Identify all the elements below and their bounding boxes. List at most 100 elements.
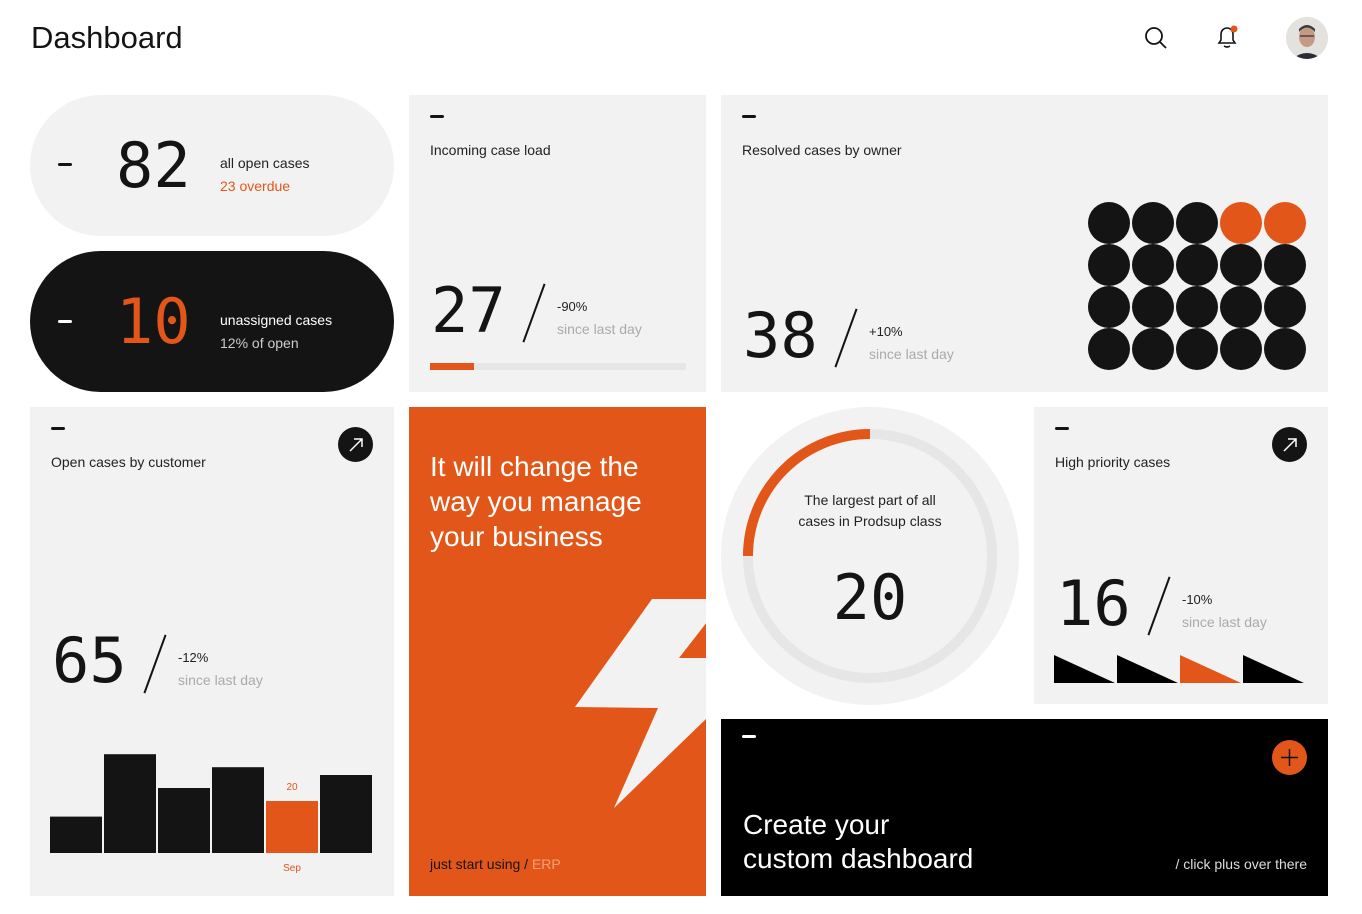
add-button[interactable] xyxy=(1272,740,1307,775)
priority-triangle xyxy=(1180,655,1241,683)
bar xyxy=(104,754,156,853)
dot xyxy=(1132,286,1174,328)
ring-chart xyxy=(743,429,997,683)
by-customer-change: -12% xyxy=(178,650,209,665)
priority-triangle xyxy=(1117,655,1178,683)
divider xyxy=(1147,576,1171,636)
incoming-change: -90% xyxy=(557,299,588,314)
create-dashboard-card[interactable]: Create your custom dashboard / click plu… xyxy=(721,719,1328,896)
dot xyxy=(1264,286,1306,328)
dot xyxy=(1176,244,1218,286)
high-priority-change: -10% xyxy=(1182,592,1213,607)
divider xyxy=(143,634,167,694)
incoming-since: since last day xyxy=(557,321,642,337)
high-priority-since: since last day xyxy=(1182,614,1267,630)
create-title-line2: custom dashboard xyxy=(743,843,974,874)
promo-footer: just start using / ERP xyxy=(430,856,561,872)
dot xyxy=(1220,202,1262,244)
dot xyxy=(1176,202,1218,244)
bar xyxy=(158,788,210,853)
largest-text: The largest part of all cases in Prodsup… xyxy=(798,492,942,529)
avatar[interactable] xyxy=(1286,17,1328,59)
open-cases-value: 82 xyxy=(116,129,191,202)
priority-triangle xyxy=(1243,655,1304,683)
open-arrow-button[interactable] xyxy=(1272,427,1307,462)
divider xyxy=(522,283,546,343)
triangle-indicators xyxy=(1054,655,1304,683)
dot xyxy=(1088,286,1130,328)
overdue-label: 23 overdue xyxy=(220,178,291,194)
open-arrow-button[interactable] xyxy=(338,427,373,462)
arrow-up-right-icon xyxy=(348,437,363,452)
dash-icon xyxy=(1055,427,1069,430)
unassigned-sub: 12% of open xyxy=(220,335,299,351)
incoming-title: Incoming case load xyxy=(430,142,551,158)
bar xyxy=(50,816,102,853)
by-customer-value: 65 xyxy=(52,624,127,697)
unassigned-value: 10 xyxy=(116,285,191,358)
resolved-change: +10% xyxy=(869,324,903,339)
create-title-line1: Create your xyxy=(743,809,890,840)
priority-triangle xyxy=(1054,655,1115,683)
incoming-value: 27 xyxy=(431,274,506,347)
by-customer-since: since last day xyxy=(178,672,263,688)
dot-grid xyxy=(1088,202,1306,370)
dot xyxy=(1132,244,1174,286)
promo-footer-text: just start using xyxy=(430,856,521,872)
bar-value-label: 20 xyxy=(286,782,298,793)
bar-chart: 20 Sep xyxy=(50,754,372,874)
dot xyxy=(1132,328,1174,370)
dot xyxy=(1176,328,1218,370)
dash-icon xyxy=(58,320,72,323)
by-customer-title: Open cases by customer xyxy=(51,454,206,470)
resolved-value: 38 xyxy=(743,299,818,372)
dot xyxy=(1220,328,1262,370)
bar-category-label: Sep xyxy=(283,863,301,874)
bar xyxy=(266,801,318,853)
dot xyxy=(1132,202,1174,244)
promo-footer-accent: ERP xyxy=(531,856,561,872)
bar xyxy=(320,775,372,853)
promo-card[interactable]: It will change the way you manage your b… xyxy=(409,407,706,896)
slash-text: / xyxy=(524,856,529,872)
unassigned-card[interactable]: 10 unassigned cases 12% of open xyxy=(30,251,394,392)
dot xyxy=(1264,202,1306,244)
dot xyxy=(1220,286,1262,328)
largest-value: 20 xyxy=(832,561,908,634)
resolved-since: since last day xyxy=(869,346,954,362)
bar xyxy=(212,767,264,853)
dash-icon xyxy=(430,115,444,118)
dot xyxy=(1088,202,1130,244)
open-cases-card[interactable]: 82 all open cases 23 overdue xyxy=(30,95,394,236)
dash-icon xyxy=(58,163,72,166)
plus-icon xyxy=(1281,749,1298,766)
progress-fill xyxy=(430,363,474,370)
unassigned-label: unassigned cases xyxy=(220,312,333,328)
dot xyxy=(1220,244,1262,286)
dot xyxy=(1088,244,1130,286)
high-priority-card[interactable]: High priority cases 16 -10% since last d… xyxy=(1034,407,1328,704)
dot xyxy=(1088,328,1130,370)
high-priority-value: 16 xyxy=(1056,567,1131,640)
search-icon[interactable] xyxy=(1144,26,1168,55)
dot xyxy=(1176,286,1218,328)
dash-icon xyxy=(742,735,756,738)
dash-icon xyxy=(742,115,756,118)
arrow-up-right-icon xyxy=(1282,437,1297,452)
largest-part-card[interactable]: The largest part of all cases in Prodsup… xyxy=(721,407,1019,705)
lightning-icon xyxy=(575,599,706,808)
open-cases-label: all open cases xyxy=(220,155,310,171)
divider xyxy=(834,308,858,368)
dash-icon xyxy=(51,427,65,430)
by-customer-card[interactable]: Open cases by customer 65 -12% since las… xyxy=(30,407,394,896)
high-priority-title: High priority cases xyxy=(1055,454,1171,470)
create-hint: / click plus over there xyxy=(1175,856,1308,872)
dot xyxy=(1264,244,1306,286)
resolved-title: Resolved cases by owner xyxy=(742,142,902,158)
incoming-card[interactable]: Incoming case load 27 -90% since last da… xyxy=(409,95,706,392)
page-title: Dashboard xyxy=(31,20,183,55)
dot xyxy=(1264,328,1306,370)
resolved-card[interactable]: Resolved cases by owner 38 +10% since la… xyxy=(721,95,1328,392)
bell-icon[interactable] xyxy=(1214,24,1240,55)
progress-bar xyxy=(430,363,686,370)
